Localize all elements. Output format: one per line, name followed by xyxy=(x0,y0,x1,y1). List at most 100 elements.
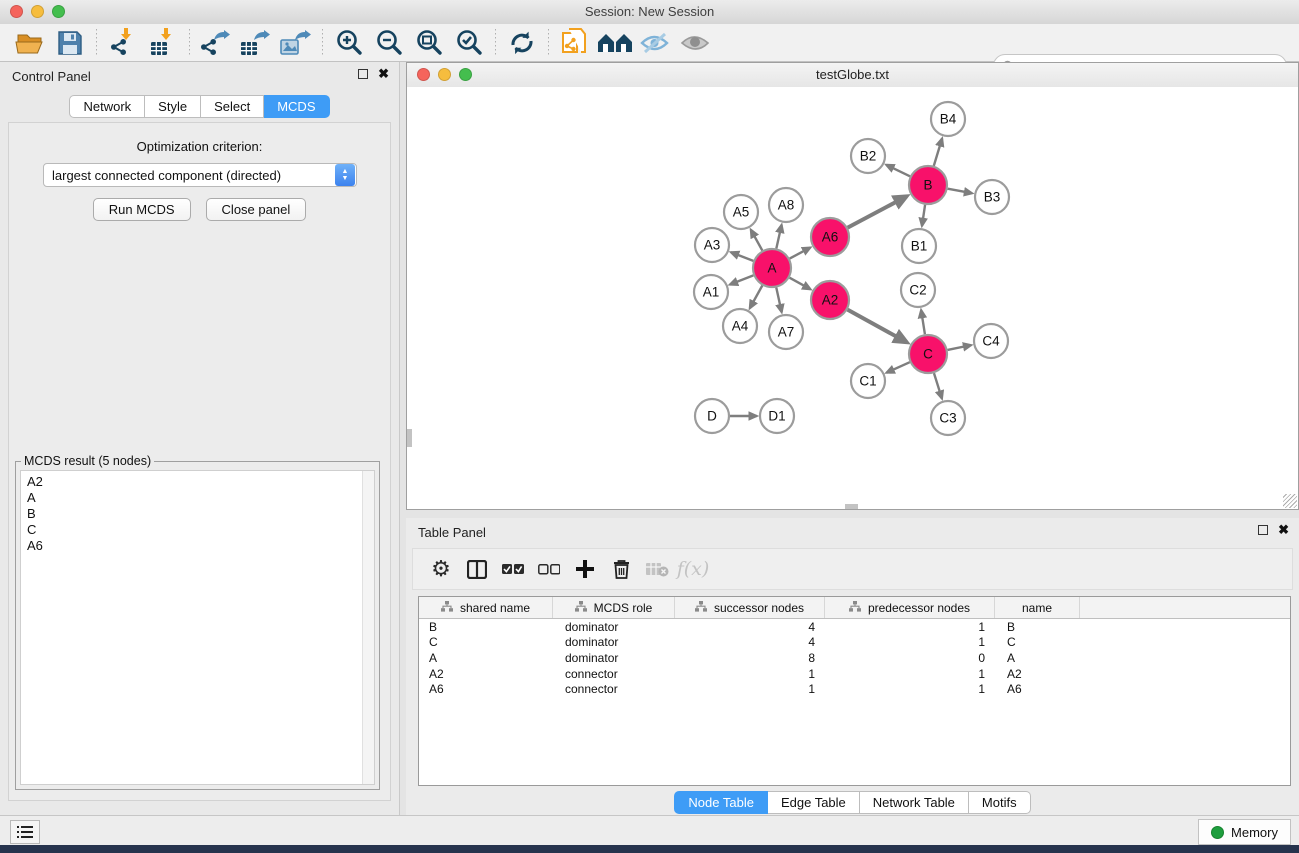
export-table-button[interactable] xyxy=(236,27,276,59)
home-button[interactable] xyxy=(595,27,635,59)
toolbar-separator xyxy=(322,29,323,57)
list-icon xyxy=(17,825,33,839)
float-panel-icon[interactable] xyxy=(358,69,368,79)
graph-edge-C-C1[interactable] xyxy=(887,362,910,372)
graph-edge-A-A7[interactable] xyxy=(776,288,781,313)
graph-edge-A-A3[interactable] xyxy=(731,252,753,261)
select-all-rows-button[interactable] xyxy=(495,552,531,586)
mcds-result-item[interactable]: B xyxy=(21,506,374,522)
graph-node-label-C4: C4 xyxy=(982,334,1000,349)
memory-button[interactable]: Memory xyxy=(1198,819,1291,845)
graph-edge-A-A2[interactable] xyxy=(790,278,811,290)
graph-edge-A-A1[interactable] xyxy=(730,275,753,284)
mcds-result-title: MCDS result (5 nodes) xyxy=(21,454,154,468)
table-row[interactable]: A2connector11A2 xyxy=(419,666,1290,682)
refresh-view-button[interactable] xyxy=(502,27,542,59)
export-image-button[interactable] xyxy=(276,27,316,59)
graph-edge-A6-B[interactable] xyxy=(848,196,907,227)
network-window-titlebar[interactable]: testGlobe.txt xyxy=(407,63,1298,88)
column-header-mcds-role[interactable]: MCDS role xyxy=(553,597,675,618)
close-panel-button[interactable]: Close panel xyxy=(206,198,307,221)
mcds-result-item[interactable]: A2 xyxy=(21,474,374,490)
vertical-scrollbar-thumb[interactable] xyxy=(407,429,412,447)
cell-name: A xyxy=(995,651,1080,665)
run-mcds-button[interactable]: Run MCDS xyxy=(93,198,191,221)
mcds-result-group: MCDS result (5 nodes) A2ABCA6 xyxy=(15,461,380,790)
zoom-selected-button[interactable] xyxy=(449,27,489,59)
cell-successor-nodes: 4 xyxy=(675,635,825,649)
graph-node-label-B4: B4 xyxy=(940,112,957,127)
export-network-button[interactable] xyxy=(196,27,236,59)
cell-name: A2 xyxy=(995,667,1080,681)
cell-successor-nodes: 4 xyxy=(675,620,825,634)
tab-select[interactable]: Select xyxy=(201,95,264,118)
mcds-result-list[interactable]: A2ABCA6 xyxy=(20,470,375,785)
graph-edge-A2-C[interactable] xyxy=(848,310,907,343)
column-header-shared-name[interactable]: shared name xyxy=(419,597,553,618)
import-network-button[interactable] xyxy=(103,27,143,59)
network-view-window: testGlobe.txt B4B2BB3A5A8A6B1A3AA1C2A2A4… xyxy=(406,62,1299,510)
table-tab-network-table[interactable]: Network Table xyxy=(860,791,969,814)
graph-edge-B-B2[interactable] xyxy=(886,165,910,176)
add-column-button[interactable] xyxy=(567,552,603,586)
horizontal-scrollbar-thumb[interactable] xyxy=(845,504,858,509)
network-from-file-button[interactable] xyxy=(555,27,595,59)
table-row[interactable]: Bdominator41B xyxy=(419,619,1290,635)
tab-style[interactable]: Style xyxy=(145,95,201,118)
table-panel: Table Panel ✖ ⚙f(x) shared nameMCDS role… xyxy=(406,518,1299,815)
table-tab-edge-table[interactable]: Edge Table xyxy=(768,791,860,814)
close-panel-icon[interactable]: ✖ xyxy=(378,69,389,79)
table-tab-node-table[interactable]: Node Table xyxy=(674,791,768,814)
column-header-successor-nodes[interactable]: successor nodes xyxy=(675,597,825,618)
toolbar-separator xyxy=(495,29,496,57)
graph-edge-C-C2[interactable] xyxy=(921,310,925,334)
mcds-result-item[interactable]: A6 xyxy=(21,538,374,554)
graph-edge-B-B4[interactable] xyxy=(934,139,942,166)
zoom-out-button[interactable] xyxy=(369,27,409,59)
control-panel-title: Control Panel xyxy=(12,69,91,84)
tab-mcds[interactable]: MCDS xyxy=(264,95,329,118)
resize-grip[interactable] xyxy=(1283,494,1297,508)
show-all-button[interactable] xyxy=(675,27,715,59)
float-table-panel-icon[interactable] xyxy=(1258,525,1268,535)
save-session-button[interactable] xyxy=(50,27,90,59)
graph-edge-B-B1[interactable] xyxy=(922,205,925,226)
zoom-fit-button[interactable] xyxy=(409,27,449,59)
graph-edge-C-C3[interactable] xyxy=(934,373,942,398)
graph-edge-A-A5[interactable] xyxy=(751,230,762,251)
mcds-result-item[interactable]: A xyxy=(21,490,374,506)
network-canvas[interactable]: B4B2BB3A5A8A6B1A3AA1C2A2A4A7C4CC1C3DD1 xyxy=(407,87,1298,509)
table-settings-button[interactable]: ⚙ xyxy=(423,552,459,586)
column-header-name[interactable]: name xyxy=(995,597,1080,618)
delete-column-button[interactable] xyxy=(603,552,639,586)
open-file-button[interactable] xyxy=(10,27,50,59)
column-type-icon xyxy=(695,601,707,615)
cell-shared-name: C xyxy=(419,635,553,649)
close-table-panel-icon[interactable]: ✖ xyxy=(1278,525,1289,535)
node-table[interactable]: shared nameMCDS rolesuccessor nodesprede… xyxy=(418,596,1291,786)
table-row[interactable]: Adominator80A xyxy=(419,650,1290,666)
table-row[interactable]: Cdominator41C xyxy=(419,635,1290,651)
graph-edge-A-A4[interactable] xyxy=(750,286,762,309)
tab-network[interactable]: Network xyxy=(69,95,145,118)
zoom-in-button[interactable] xyxy=(329,27,369,59)
graph-edge-A-A6[interactable] xyxy=(790,248,811,259)
show-all-icon xyxy=(679,30,711,56)
graph-node-label-B1: B1 xyxy=(911,239,928,254)
import-table-button[interactable] xyxy=(143,27,183,59)
criterion-dropdown[interactable]: largest connected component (directed) ▲… xyxy=(43,163,357,187)
graph-edge-C-C4[interactable] xyxy=(948,345,971,350)
mcds-result-item[interactable]: C xyxy=(21,522,374,538)
column-header-predecessor-nodes[interactable]: predecessor nodes xyxy=(825,597,995,618)
delete-table-button xyxy=(639,552,675,586)
hide-selected-button[interactable] xyxy=(635,27,675,59)
graph-edge-A-A8[interactable] xyxy=(776,225,781,249)
task-history-button[interactable] xyxy=(10,820,40,844)
scrollbar-track[interactable] xyxy=(362,471,374,784)
graph-node-label-A6: A6 xyxy=(822,230,839,245)
table-row[interactable]: A6connector11A6 xyxy=(419,681,1290,697)
column-manager-button[interactable] xyxy=(459,552,495,586)
table-tab-motifs[interactable]: Motifs xyxy=(969,791,1031,814)
deselect-all-rows-button[interactable] xyxy=(531,552,567,586)
graph-edge-B-B3[interactable] xyxy=(948,189,972,194)
